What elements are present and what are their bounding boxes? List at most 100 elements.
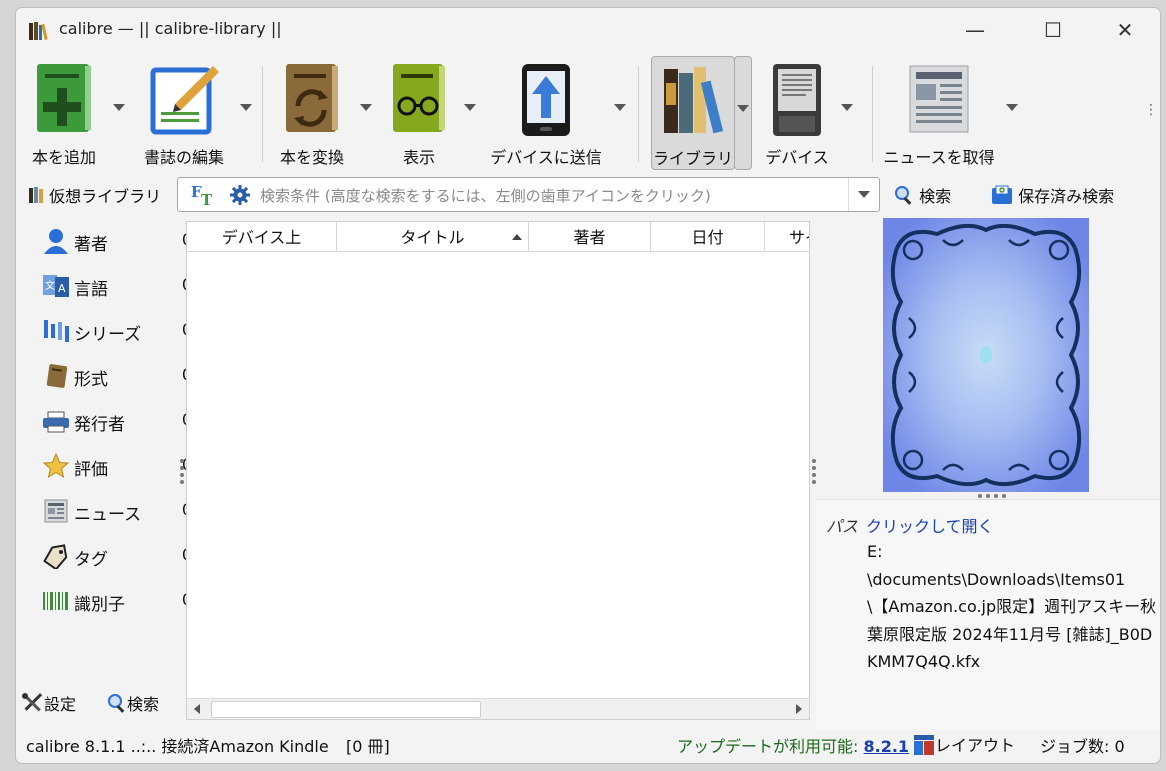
layout-icon (914, 735, 934, 755)
find-label: 検索 (127, 695, 160, 714)
edit-metadata-dropdown-arrow-icon[interactable] (240, 104, 252, 111)
add-book-icon (37, 64, 91, 132)
fetch-news-button[interactable]: ニュースを取得 (882, 56, 996, 168)
column-header-size[interactable]: サイ (765, 222, 809, 251)
svg-text:文: 文 (45, 279, 55, 292)
toolbar-overflow-icon[interactable]: ⋮ (1144, 102, 1158, 118)
tag-browser-item-languages[interactable]: 文A 言語 0 (38, 270, 192, 302)
tag-browser-item-news[interactable]: ニュース 0 (38, 495, 192, 527)
device-button[interactable]: デバイス (756, 56, 838, 168)
tag-browser-item-identifiers[interactable]: 識別子 0 (38, 585, 192, 617)
tag-icon (43, 544, 68, 569)
send-to-device-button[interactable]: デバイスに送信 (486, 56, 606, 168)
search-input[interactable]: F T 検索条件 (高度な検索をするには、左側の歯車アイコンをクリック) (177, 177, 880, 212)
book-list-table[interactable]: デバイス上 タイトル 著者 日付 サイ (186, 221, 810, 720)
virtual-library-icon (29, 187, 43, 203)
splitter-handle[interactable] (812, 459, 816, 491)
update-version-link[interactable]: 8.2.1 (864, 737, 910, 756)
convert-books-dropdown-arrow-icon[interactable] (360, 104, 372, 111)
tag-browser-find-button[interactable]: 検索 (107, 691, 159, 715)
splitter-handle[interactable] (978, 494, 1008, 498)
status-version-device: calibre 8.1.1 ..:.. 接続済Amazon Kindle (26, 737, 329, 756)
calibre-logo-icon (29, 22, 48, 41)
maximize-button[interactable]: ☐ (1038, 18, 1068, 42)
convert-books-button[interactable]: 本を変換 (272, 56, 352, 168)
horizontal-scrollbar[interactable] (187, 698, 809, 719)
view-button[interactable]: 表示 (384, 56, 454, 168)
column-header-title-label: タイトル (400, 228, 465, 247)
tag-label: ニュース (74, 505, 142, 525)
send-to-device-dropdown-arrow-icon[interactable] (614, 104, 626, 111)
jobs-indicator[interactable]: ジョブ数: 0 (1040, 733, 1125, 757)
search-icon (108, 694, 125, 713)
splitter-handle[interactable] (180, 459, 184, 491)
edit-metadata-icon (150, 66, 219, 135)
view-label: 表示 (402, 148, 435, 167)
view-dropdown-arrow-icon[interactable] (464, 104, 476, 111)
star-icon (42, 453, 70, 479)
app-window: calibre — || calibre-library || — ☐ ✕ 本を… (15, 7, 1161, 764)
chevron-down-icon (858, 191, 870, 198)
tag-label: 識別子 (74, 595, 125, 615)
tag-browser-item-formats[interactable]: 形式 0 (38, 360, 192, 392)
search-placeholder: 検索条件 (高度な検索をするには、左側の歯車アイコンをクリック) (260, 187, 711, 205)
news-icon (44, 499, 68, 523)
minimize-button[interactable]: — (960, 18, 990, 42)
saved-searches-button[interactable]: 保存済み検索 (991, 183, 1114, 207)
path-value: E: \documents\Downloads\Items01 \【Amazon… (867, 542, 1157, 671)
column-header-title[interactable]: タイトル (337, 222, 529, 251)
device-dropdown-arrow-icon[interactable] (841, 104, 853, 111)
scroll-left-arrow-icon[interactable] (194, 704, 200, 714)
close-button[interactable]: ✕ (1110, 18, 1140, 42)
tag-browser-item-series[interactable]: シリーズ 0 (38, 315, 192, 347)
fetch-news-dropdown-arrow-icon[interactable] (1006, 104, 1018, 111)
status-book-count: [0 冊] (346, 737, 390, 756)
add-books-label: 本を追加 (31, 148, 96, 167)
main-toolbar: 本を追加 書誌の編集 本を変換 表示 デバイスに送信 ライブラリ デバイス ニュ… (16, 52, 1160, 170)
fetch-news-label: ニュースを取得 (883, 148, 995, 167)
language-icon: 文A (43, 275, 69, 297)
search-button[interactable]: 検索 (894, 183, 951, 207)
column-header-date[interactable]: 日付 (651, 222, 765, 251)
toolbar-separator (872, 66, 873, 162)
gear-icon[interactable] (230, 185, 250, 205)
book-details-panel: パス クリックして開く E: \documents\Downloads\Item… (816, 499, 1160, 730)
tag-browser-configure-button[interactable]: 設定 (22, 691, 76, 715)
maximize-icon: ☐ (1044, 18, 1062, 42)
update-text: アップデートが利用可能: (677, 737, 859, 756)
column-header-on-device[interactable]: デバイス上 (187, 222, 337, 251)
virtual-library-button[interactable]: 仮想ライブラリ (28, 183, 161, 207)
series-icon (44, 320, 69, 342)
add-books-dropdown-arrow-icon[interactable] (113, 104, 125, 111)
status-bar: calibre 8.1.1 ..:.. 接続済Amazon Kindle [0 … (16, 726, 1160, 763)
tag-browser-item-rating[interactable]: 評価 0 (38, 450, 192, 482)
tag-browser-item-authors[interactable]: 著者 0 (38, 225, 192, 257)
barcode-icon (43, 592, 68, 610)
virtual-library-label: 仮想ライブラリ (49, 187, 162, 206)
path-label: パス (826, 517, 859, 536)
search-history-dropdown[interactable] (848, 178, 879, 211)
title-bar: calibre — || calibre-library || — ☐ ✕ (16, 8, 1160, 52)
format-icon (46, 364, 68, 388)
open-path-link[interactable]: クリックして開く (866, 513, 994, 537)
saved-searches-label: 保存済み検索 (1018, 187, 1115, 206)
close-icon: ✕ (1116, 18, 1134, 42)
book-cover-image[interactable] (883, 218, 1089, 492)
view-book-icon (393, 64, 445, 132)
tag-browser-item-tags[interactable]: タグ 0 (38, 540, 192, 572)
edit-metadata-button[interactable]: 書誌の編集 (136, 56, 232, 168)
sort-ascending-icon (512, 234, 522, 240)
layout-button[interactable]: レイアウト (913, 732, 1015, 756)
scrollbar-thumb[interactable] (211, 701, 481, 718)
full-text-search-icon[interactable]: F T (190, 183, 216, 207)
convert-book-icon (286, 64, 338, 132)
device-label: デバイス (765, 148, 829, 167)
library-dropdown-button[interactable] (734, 56, 752, 170)
svg-text:A: A (58, 282, 66, 295)
publisher-icon (43, 411, 69, 433)
column-header-authors[interactable]: 著者 (529, 222, 651, 251)
tag-browser-item-publishers[interactable]: 発行者 0 (38, 405, 192, 437)
library-button[interactable]: ライブラリ (651, 56, 735, 170)
scroll-right-arrow-icon[interactable] (796, 704, 802, 714)
add-books-button[interactable]: 本を追加 (18, 56, 110, 168)
